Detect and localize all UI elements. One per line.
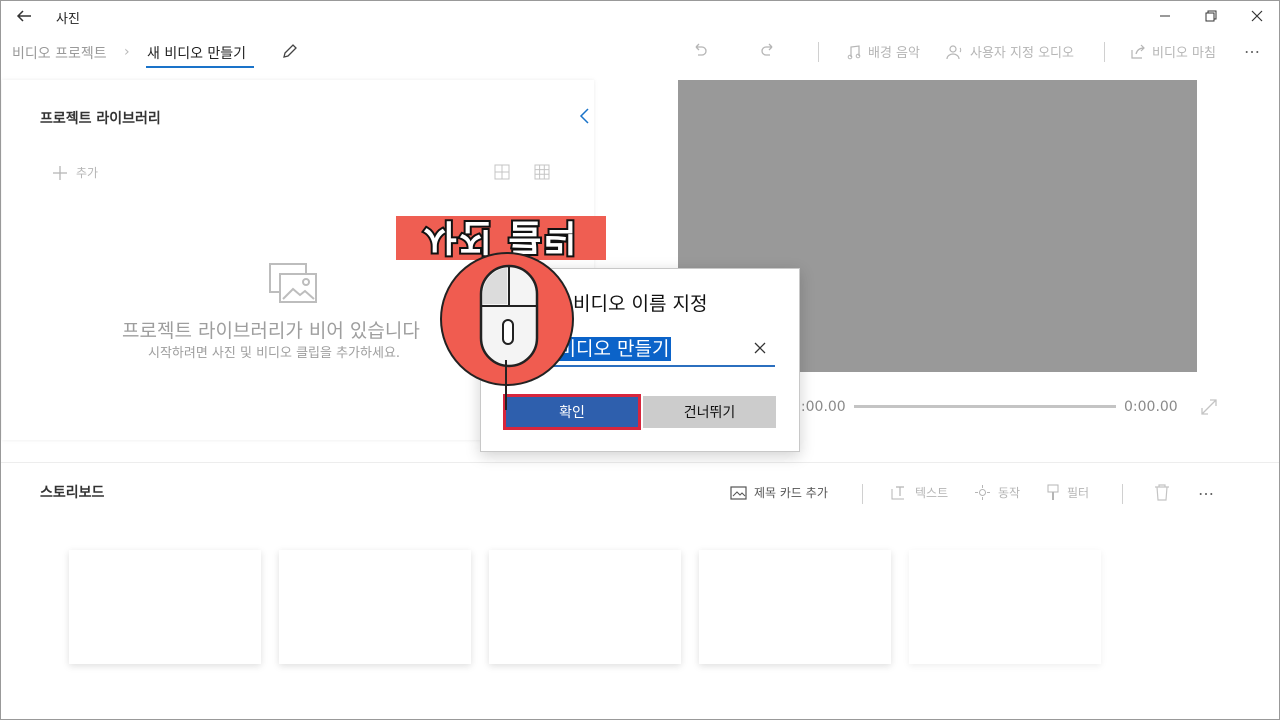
mouse-icon: [479, 264, 539, 368]
finish-video-button[interactable]: 비디오 마침: [1130, 42, 1216, 61]
command-bar: 비디오 프로젝트 › 새 비디오 만들기 배경 음악 사용자 지정 오디오 비디…: [0, 32, 1280, 72]
close-icon: [1251, 10, 1263, 22]
filter-brush-icon: [1047, 484, 1059, 500]
background-music-label: 배경 음악: [868, 46, 920, 61]
motion-icon: [975, 485, 990, 500]
minimize-button[interactable]: [1142, 0, 1188, 32]
filter-button[interactable]: 필터: [1046, 484, 1089, 501]
skip-button[interactable]: 건너뛰기: [643, 396, 776, 428]
title-bar: 사진: [0, 0, 1280, 32]
library-title: 프로젝트 라이브러리: [40, 111, 161, 127]
fullscreen-icon[interactable]: [1200, 398, 1218, 416]
storyboard-slot[interactable]: [489, 550, 681, 664]
toolbar-divider: [818, 42, 819, 62]
empty-library-subtitle: 시작하려면 사진 및 비디오 클립을 추가하세요.: [148, 346, 401, 361]
breadcrumb-current: 새 비디오 만들기: [147, 46, 247, 62]
empty-library-title: 프로젝트 라이브러리가 비어 있습니다: [122, 320, 420, 342]
add-media-button[interactable]: 추가: [52, 164, 98, 181]
text-button[interactable]: 텍스트: [890, 484, 948, 501]
trash-icon[interactable]: [1154, 483, 1170, 505]
breadcrumb-underline: [146, 66, 254, 68]
storyboard-title: 스토리보드: [40, 485, 105, 501]
dialog-title: 비디오 이름 지정: [573, 293, 708, 315]
finish-video-label: 비디오 마침: [1152, 46, 1216, 61]
ok-button[interactable]: 확인: [503, 394, 641, 430]
add-media-label: 추가: [76, 166, 99, 180]
grid-small-view-icon[interactable]: [534, 164, 550, 180]
storyboard-toolbar-divider: [1122, 484, 1123, 504]
collapse-chevron-icon[interactable]: [578, 106, 592, 126]
breadcrumb-separator: ›: [124, 44, 130, 60]
storyboard-more-button[interactable]: …: [1198, 480, 1214, 499]
clear-input-icon[interactable]: [753, 340, 767, 354]
tutorial-mouse-badge: [440, 252, 574, 386]
close-button[interactable]: [1234, 0, 1280, 32]
plus-icon: [53, 165, 67, 180]
minimize-icon: [1160, 15, 1170, 17]
storyboard-divider: [0, 462, 1280, 463]
restore-icon: [1205, 10, 1217, 22]
toolbar-divider: [1104, 42, 1105, 62]
custom-audio-label: 사용자 지정 오디오: [970, 46, 1074, 61]
back-arrow-icon[interactable]: [12, 4, 36, 28]
text-label: 텍스트: [915, 486, 949, 500]
title-card-icon: [730, 485, 747, 500]
add-title-card-button[interactable]: 제목 카드 추가: [730, 484, 828, 501]
filter-label: 필터: [1067, 486, 1090, 500]
motion-label: 동작: [998, 486, 1021, 500]
seek-bar[interactable]: [854, 405, 1116, 408]
breadcrumb-root[interactable]: 비디오 프로젝트: [12, 43, 107, 63]
grid-large-view-icon[interactable]: [494, 164, 510, 180]
text-icon: [891, 485, 904, 499]
background-music-button[interactable]: 배경 음악: [846, 42, 920, 61]
current-time: 0:00.00: [792, 399, 846, 415]
storyboard-slot[interactable]: [699, 550, 891, 664]
custom-audio-button[interactable]: 사용자 지정 오디오: [946, 42, 1074, 61]
storyboard-slot[interactable]: [909, 550, 1101, 664]
app-title: 사진: [56, 12, 80, 27]
empty-library-photos-icon: [268, 262, 320, 306]
motion-button[interactable]: 동작: [974, 484, 1020, 501]
storyboard-slot[interactable]: [279, 550, 471, 664]
add-title-card-label: 제목 카드 추가: [754, 486, 828, 500]
pencil-icon[interactable]: [280, 41, 300, 61]
share-icon: [1131, 44, 1145, 59]
more-options-button[interactable]: …: [1244, 38, 1260, 57]
redo-icon[interactable]: [758, 41, 778, 65]
mouse-cable: [505, 360, 507, 410]
person-audio-icon: [946, 44, 962, 59]
music-note-icon: [847, 44, 861, 59]
storyboard-slot[interactable]: [69, 550, 261, 664]
storyboard-toolbar-divider: [862, 484, 863, 504]
total-time: 0:00.00: [1124, 399, 1178, 415]
undo-icon[interactable]: [690, 41, 710, 65]
restore-button[interactable]: [1188, 0, 1234, 32]
